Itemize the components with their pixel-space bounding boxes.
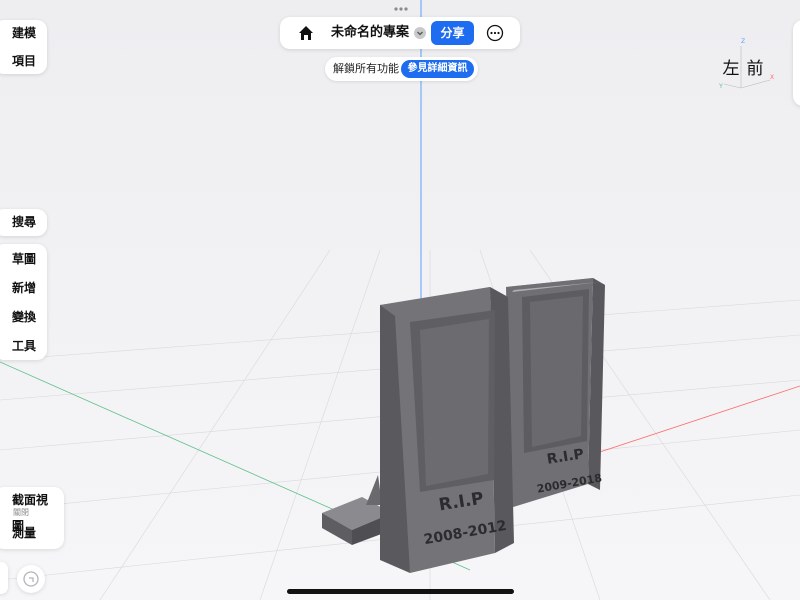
viewport-3d[interactable]: R.I.P 2008-2012 R.I.P 2009-2018: [0, 0, 800, 600]
sidebar-tools-panel: 草圖 新增 變換 工具: [0, 244, 47, 360]
project-toolbar: 未命名的專案 分享: [280, 17, 520, 49]
chevron-down-icon[interactable]: [414, 27, 426, 39]
sidebar-item-sketch[interactable]: 草圖: [0, 246, 46, 272]
sidebar-bottom-panel: 截面視圖 關閉 測量: [0, 487, 64, 549]
viewcube-axis-z: Z: [741, 38, 745, 45]
share-button[interactable]: 分享: [431, 21, 474, 45]
sidebar-item-add[interactable]: 新增: [0, 275, 46, 301]
sidebar-search-panel: 搜尋: [0, 209, 47, 236]
viewcube-axis-x: X: [770, 74, 774, 81]
viewcube-front-face[interactable]: 前: [747, 59, 764, 79]
details-button[interactable]: 參見詳細資訊: [401, 60, 474, 78]
sidebar-item-items[interactable]: 項目: [0, 48, 46, 74]
home-indicator[interactable]: [287, 589, 514, 594]
unlock-banner: 解鎖所有功能 參見詳細資訊: [325, 57, 478, 81]
viewcube-axis-y: Y: [718, 83, 723, 90]
viewcube-left-face[interactable]: 左: [723, 59, 740, 79]
home-icon[interactable]: [297, 24, 315, 42]
sidebar-edge-panel: [0, 562, 8, 594]
sidebar-item-transform[interactable]: 變換: [0, 304, 46, 330]
redo-button[interactable]: [17, 565, 45, 593]
project-title[interactable]: 未命名的專案: [331, 17, 409, 49]
section-view-status: 關閉: [13, 508, 29, 517]
unlock-text: 解鎖所有功能: [333, 62, 399, 75]
sidebar-item-tools[interactable]: 工具: [0, 333, 46, 359]
sidebar-item-search[interactable]: 搜尋: [0, 209, 46, 235]
grabber-icon[interactable]: [393, 6, 409, 12]
right-edge-panel: [793, 20, 800, 106]
sidebar-item-measure[interactable]: 測量: [0, 520, 46, 546]
sidebar-top-panel: 建模 項目: [0, 20, 47, 74]
sidebar-item-modeling[interactable]: 建模: [0, 20, 46, 46]
redo-icon: [23, 571, 39, 587]
sidebar-item-section-view[interactable]: 截面視圖: [0, 487, 64, 533]
view-cube[interactable]: 左 前 Z X Y: [716, 36, 776, 96]
more-icon[interactable]: [486, 24, 504, 42]
